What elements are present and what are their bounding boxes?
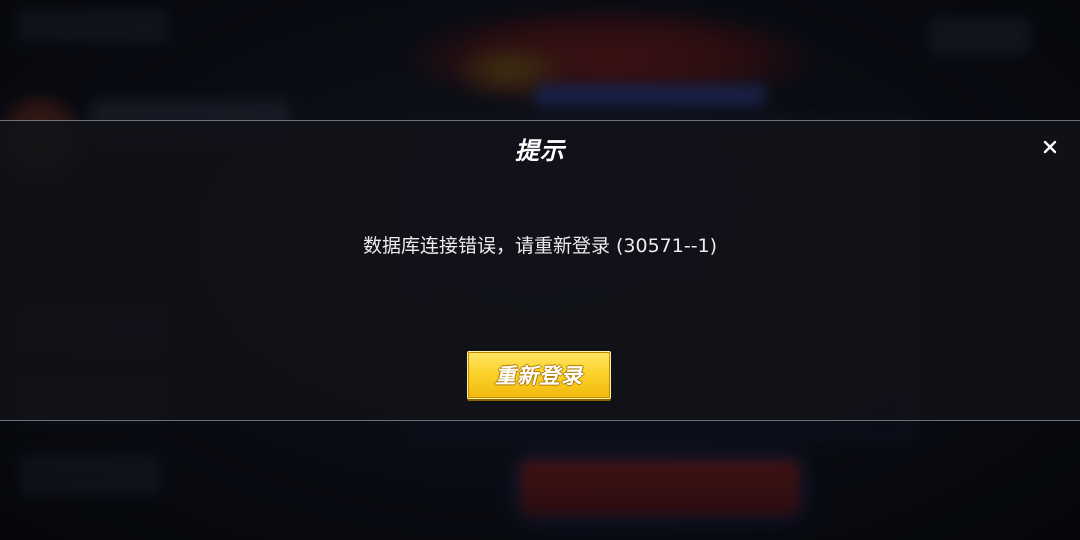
relogin-button[interactable]: 重新登录 xyxy=(467,351,611,399)
dialog-message: 数据库连接错误，请重新登录 (30571--1) xyxy=(362,235,718,257)
relogin-button-label: 重新登录 xyxy=(495,364,583,388)
game-screen: 提示 数据库连接错误，请重新登录 (30571--1) 重新登录 xyxy=(0,0,1080,540)
close-icon xyxy=(1043,140,1057,154)
alert-dialog: 提示 数据库连接错误，请重新登录 (30571--1) 重新登录 xyxy=(0,120,1080,421)
close-button[interactable] xyxy=(1036,133,1064,161)
dialog-title: 提示 xyxy=(515,137,565,165)
